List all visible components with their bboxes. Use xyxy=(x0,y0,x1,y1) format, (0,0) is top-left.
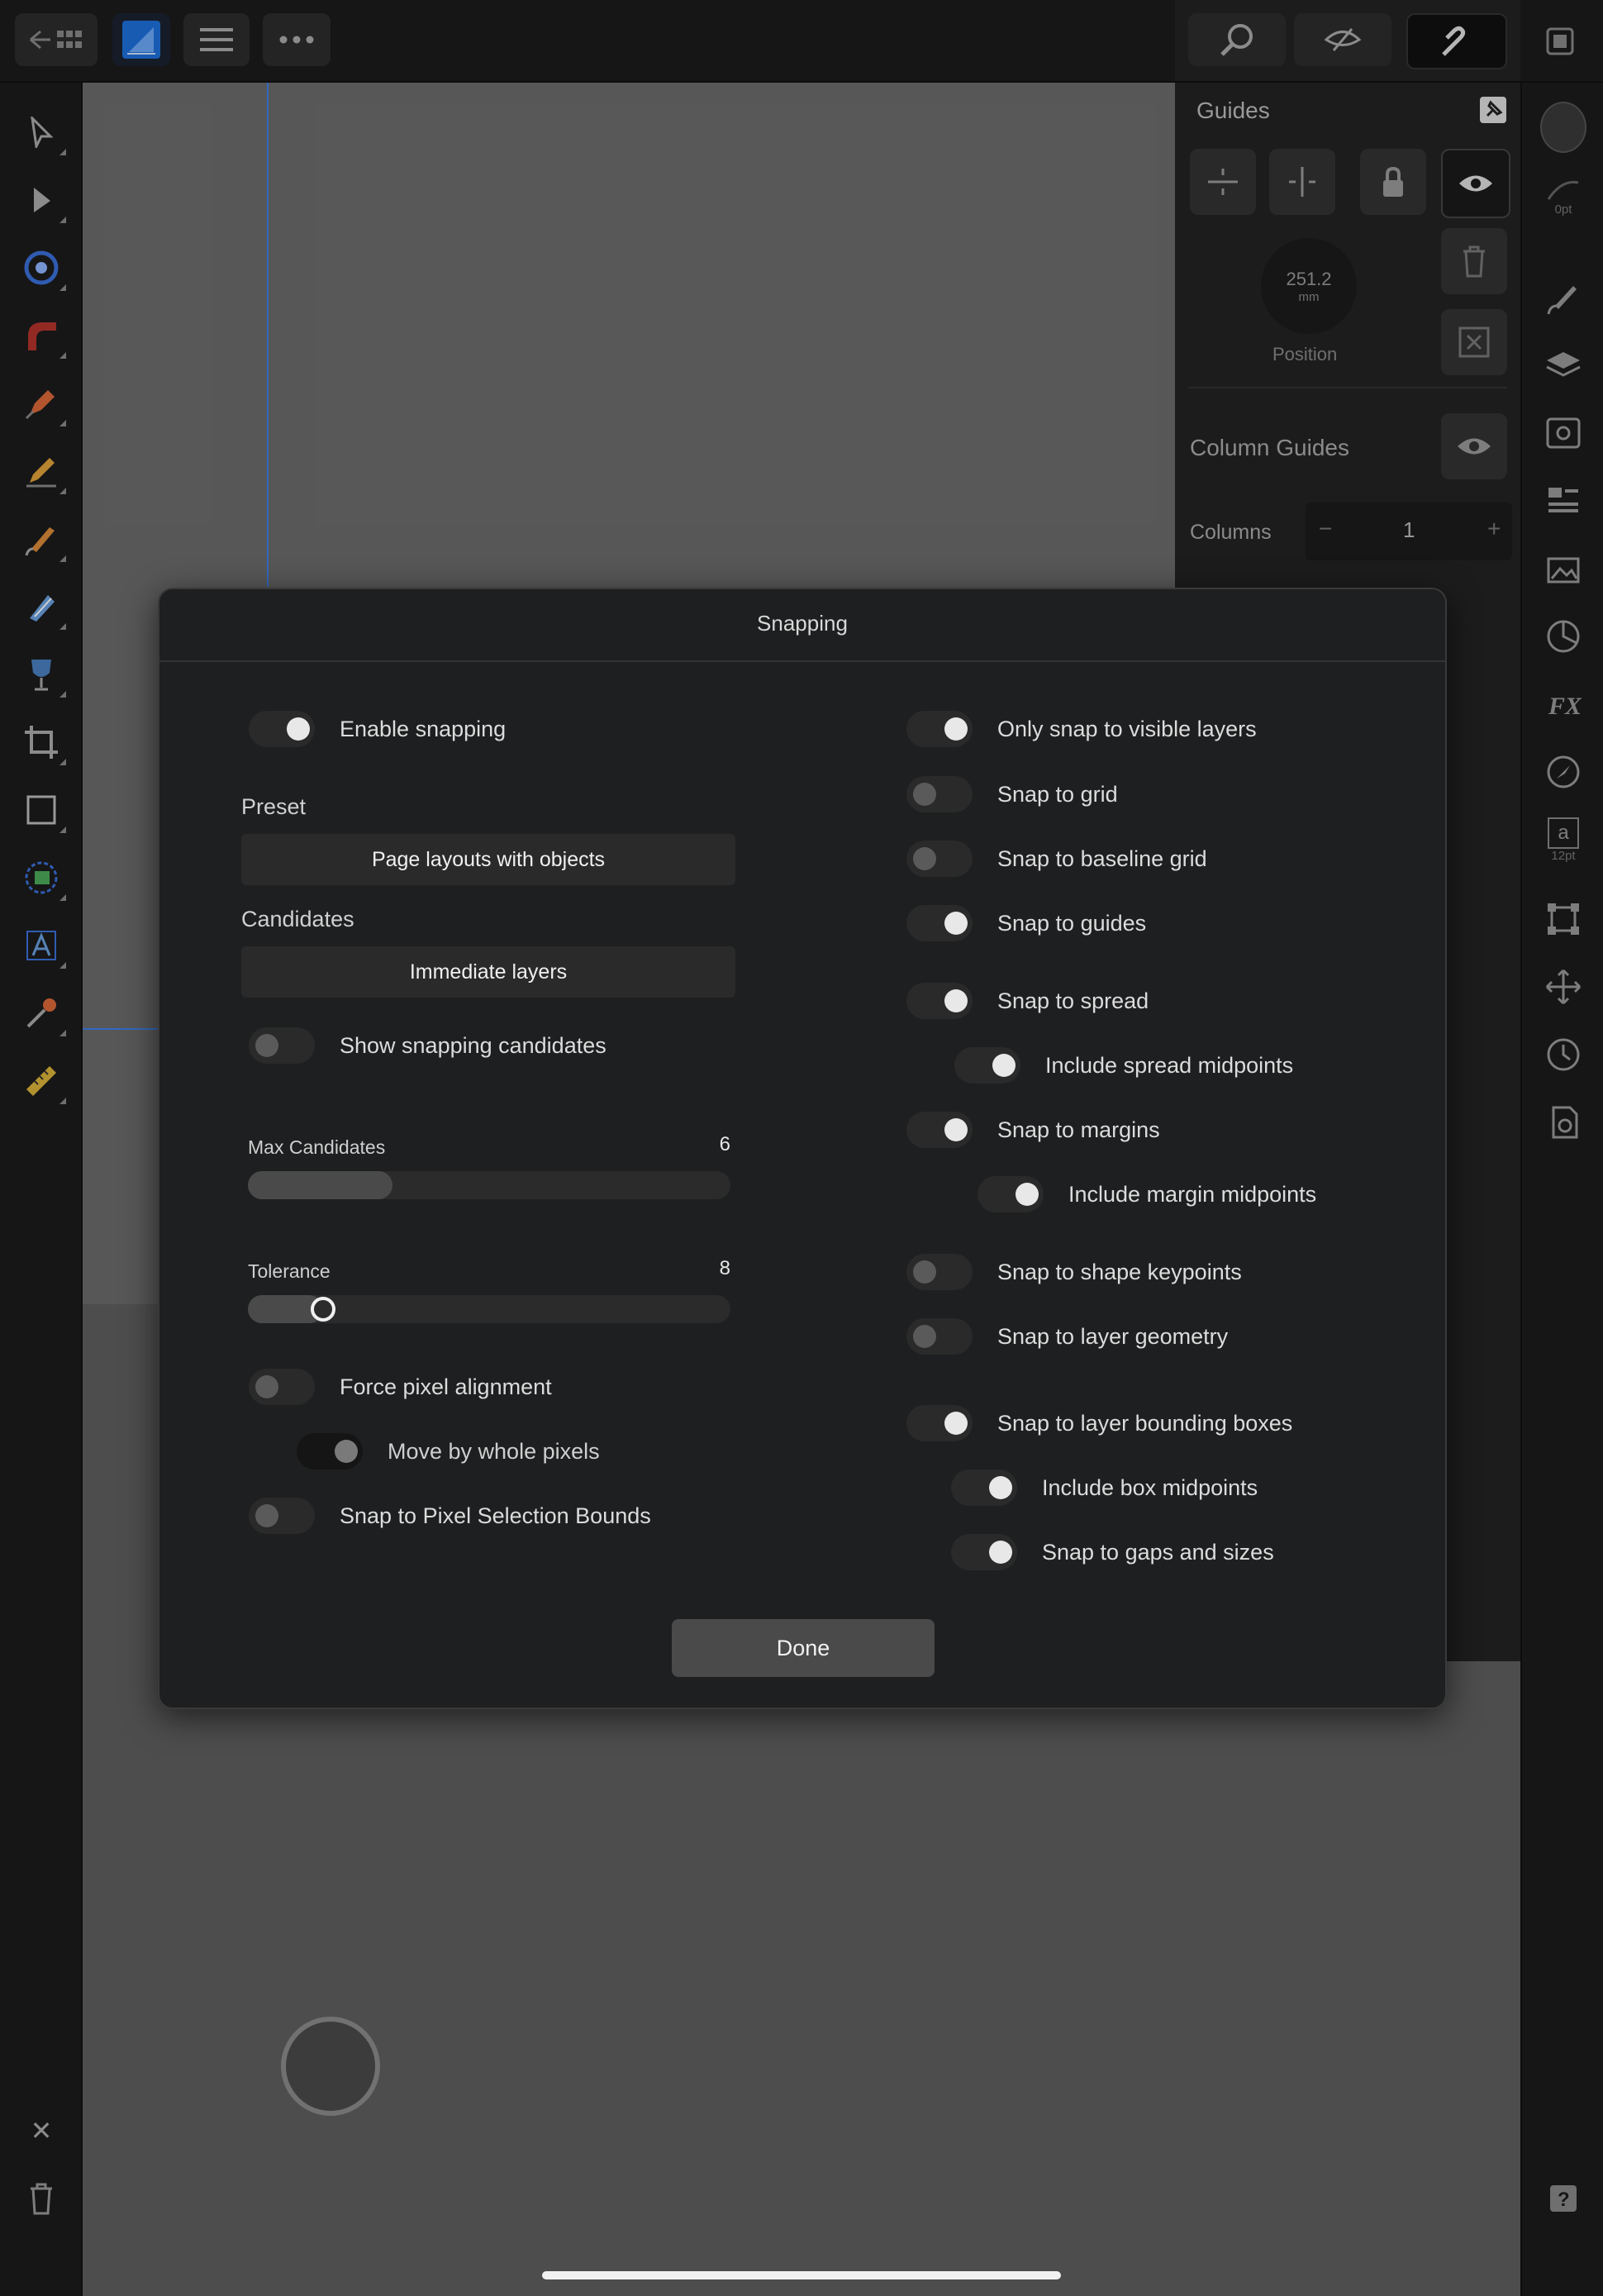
candidates-selector[interactable]: Immediate layers xyxy=(241,946,735,998)
enable-snapping-label: Enable snapping xyxy=(340,716,507,741)
snap-option-row[interactable]: Snap to baseline grid xyxy=(906,841,1207,877)
snapping-dialog: Snapping Enable snapping Preset Page lay… xyxy=(158,588,1447,1709)
candidates-label: Candidates xyxy=(241,907,354,931)
snap-option-label: Snap to margins xyxy=(997,1117,1160,1142)
snap-option-label: Snap to spread xyxy=(997,988,1149,1013)
snap-option-label: Snap to grid xyxy=(997,781,1118,807)
snap-option-label: Include margin midpoints xyxy=(1068,1181,1317,1207)
max-candidates-value: 6 xyxy=(719,1133,730,1155)
snap-grid-toggle[interactable] xyxy=(906,776,973,812)
snap-option-row[interactable]: Snap to margins xyxy=(906,1112,1160,1148)
snap-option-label: Snap to layer geometry xyxy=(997,1323,1229,1349)
title-divider xyxy=(159,660,1445,662)
snap-option-label: Include box midpoints xyxy=(1042,1474,1258,1500)
snap-option-row[interactable]: Only snap to visible layers xyxy=(906,711,1257,747)
tolerance-slider[interactable] xyxy=(248,1295,730,1323)
shape-keypoints-toggle[interactable] xyxy=(906,1254,973,1290)
spread-midpoints-toggle[interactable] xyxy=(954,1047,1020,1084)
snap-margins-toggle[interactable] xyxy=(906,1112,973,1148)
force-pixel-toggle[interactable] xyxy=(249,1369,315,1405)
snap-baseline-grid-toggle[interactable] xyxy=(906,841,973,877)
snap-option-row[interactable]: Include spread midpoints xyxy=(954,1047,1293,1084)
max-candidates-fill xyxy=(248,1171,392,1199)
max-candidates-slider[interactable] xyxy=(248,1171,730,1199)
margin-midpoints-toggle[interactable] xyxy=(977,1176,1044,1212)
max-candidates-label: Max Candidates xyxy=(248,1136,386,1158)
enable-snapping-row[interactable]: Enable snapping xyxy=(249,711,506,747)
show-candidates-row[interactable]: Show snapping candidates xyxy=(249,1027,606,1064)
show-candidates-toggle[interactable] xyxy=(249,1027,315,1064)
tolerance-label: Tolerance xyxy=(248,1260,331,1282)
tolerance-value: 8 xyxy=(719,1257,730,1279)
snap-option-label: Snap to layer bounding boxes xyxy=(997,1410,1293,1436)
force-pixel-row[interactable]: Force pixel alignment xyxy=(249,1369,552,1405)
snap-option-row[interactable]: Include box midpoints xyxy=(951,1470,1258,1506)
enable-snapping-toggle[interactable] xyxy=(249,711,315,747)
preset-label: Preset xyxy=(241,794,307,819)
snap-option-row[interactable]: Include margin midpoints xyxy=(977,1176,1316,1212)
snap-option-row[interactable]: Snap to grid xyxy=(906,776,1118,812)
snap-pixel-bounds-label: Snap to Pixel Selection Bounds xyxy=(340,1503,651,1528)
done-button[interactable]: Done xyxy=(672,1619,935,1677)
snap-option-row[interactable]: Snap to guides xyxy=(906,905,1146,941)
layer-geometry-toggle[interactable] xyxy=(906,1318,973,1355)
snap-option-label: Snap to baseline grid xyxy=(997,846,1207,871)
snap-option-row[interactable]: Snap to layer geometry xyxy=(906,1318,1228,1355)
show-candidates-label: Show snapping candidates xyxy=(340,1032,606,1058)
snap-visible-layers-toggle[interactable] xyxy=(906,711,973,747)
move-whole-pixels-toggle[interactable] xyxy=(297,1433,363,1470)
dialog-title: Snapping xyxy=(757,611,848,636)
preset-selector[interactable]: Page layouts with objects xyxy=(241,834,735,885)
snap-spread-toggle[interactable] xyxy=(906,983,973,1019)
snap-option-label: Snap to shape keypoints xyxy=(997,1259,1242,1284)
box-midpoints-toggle[interactable] xyxy=(951,1470,1017,1506)
snap-option-label: Snap to guides xyxy=(997,910,1147,936)
home-indicator[interactable] xyxy=(542,2271,1061,2279)
tolerance-slider-thumb[interactable] xyxy=(311,1297,335,1322)
snap-pixel-bounds-toggle[interactable] xyxy=(249,1498,315,1534)
snap-option-row[interactable]: Snap to gaps and sizes xyxy=(951,1534,1274,1570)
snap-option-row[interactable]: Snap to layer bounding boxes xyxy=(906,1405,1292,1441)
move-whole-pixels-row[interactable]: Move by whole pixels xyxy=(297,1433,600,1470)
force-pixel-label: Force pixel alignment xyxy=(340,1374,552,1399)
snap-option-label: Include spread midpoints xyxy=(1045,1052,1294,1078)
gaps-and-sizes-toggle[interactable] xyxy=(951,1534,1017,1570)
snap-pixel-bounds-row[interactable]: Snap to Pixel Selection Bounds xyxy=(249,1498,651,1534)
snap-option-row[interactable]: Snap to shape keypoints xyxy=(906,1254,1242,1290)
snap-option-label: Snap to gaps and sizes xyxy=(1042,1539,1274,1565)
snap-option-label: Only snap to visible layers xyxy=(997,716,1257,741)
snap-guides-toggle[interactable] xyxy=(906,905,973,941)
snap-option-row[interactable]: Snap to spread xyxy=(906,983,1149,1019)
move-whole-pixels-label: Move by whole pixels xyxy=(388,1438,600,1464)
layer-bounding-boxes-toggle[interactable] xyxy=(906,1405,973,1441)
